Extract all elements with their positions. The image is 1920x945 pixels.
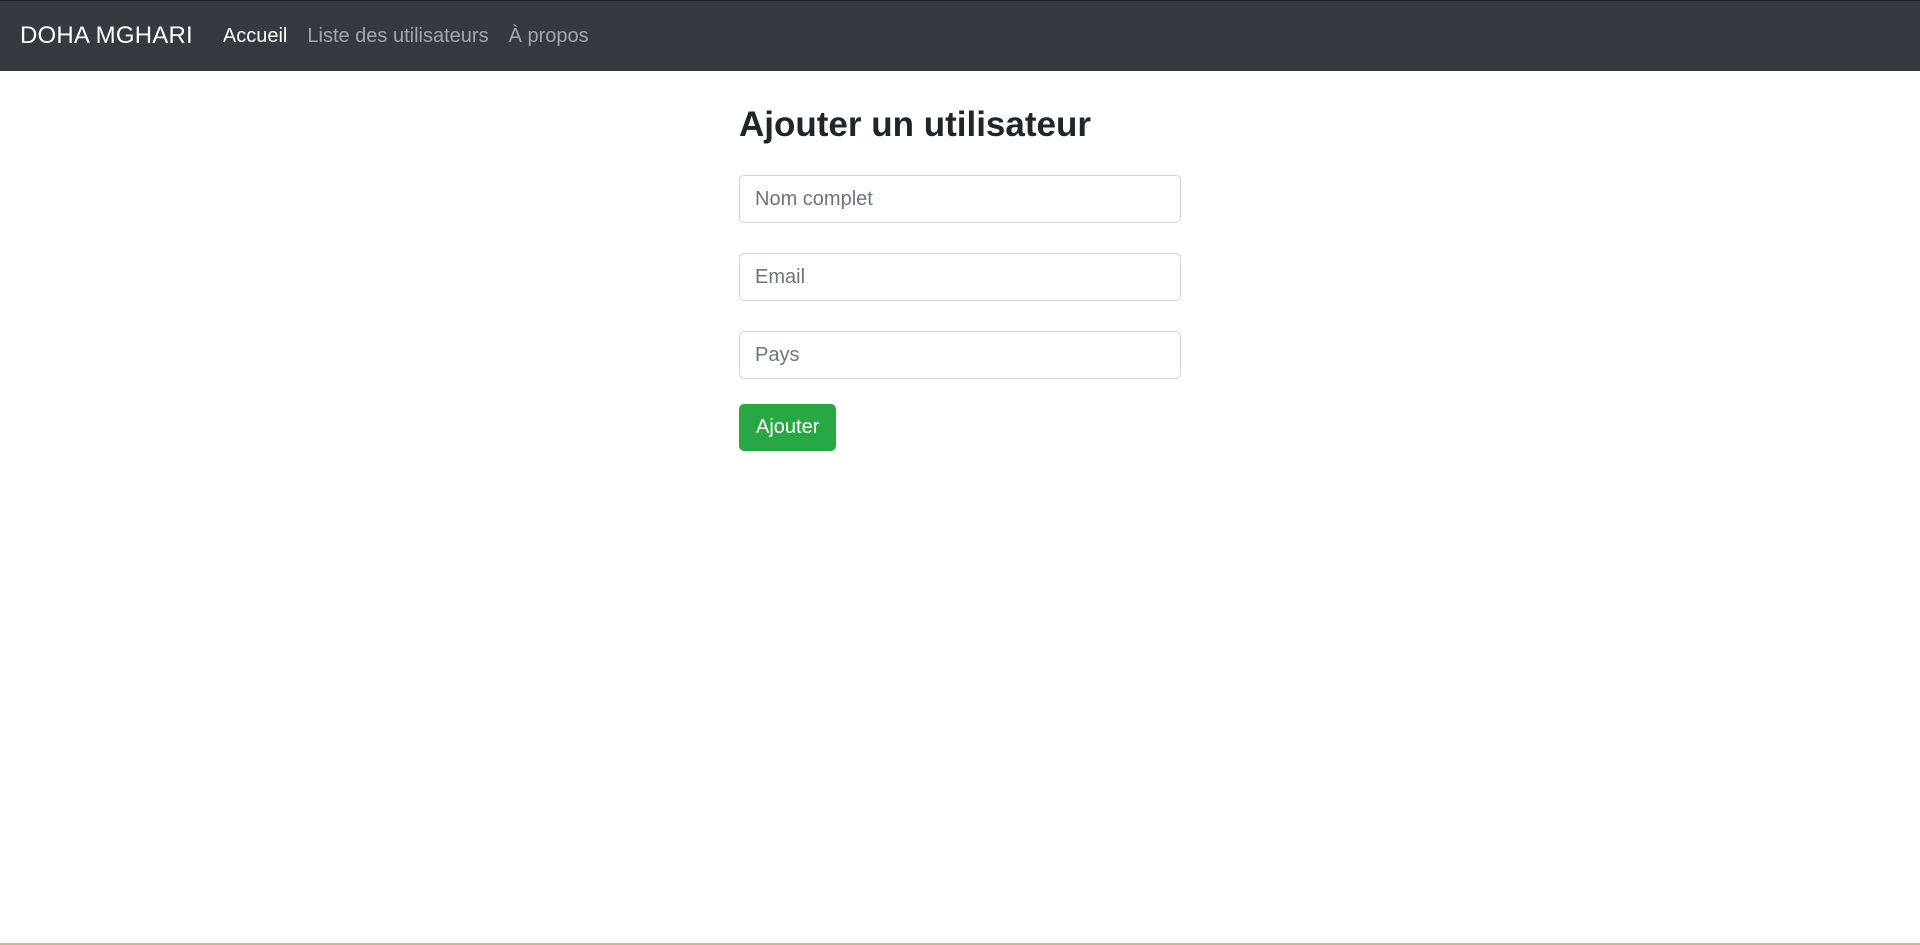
page-title: Ajouter un utilisateur <box>739 105 1091 144</box>
add-user-form: Ajouter <box>739 175 1181 451</box>
full-name-input[interactable] <box>739 175 1181 223</box>
navbar-brand[interactable]: DOHA MGHARI <box>20 22 193 50</box>
main-container: Ajouter un utilisateur Ajouter <box>739 71 1181 451</box>
add-button[interactable]: Ajouter <box>739 404 837 451</box>
nav-link-liste-utilisateurs[interactable]: Liste des utilisateurs <box>307 25 488 48</box>
country-input[interactable] <box>739 331 1181 379</box>
nav-link-accueil[interactable]: Accueil <box>223 25 287 48</box>
top-navbar: DOHA MGHARI Accueil Liste des utilisateu… <box>0 0 1920 71</box>
email-input[interactable] <box>739 253 1181 301</box>
nav-link-a-propos[interactable]: À propos <box>509 25 589 48</box>
